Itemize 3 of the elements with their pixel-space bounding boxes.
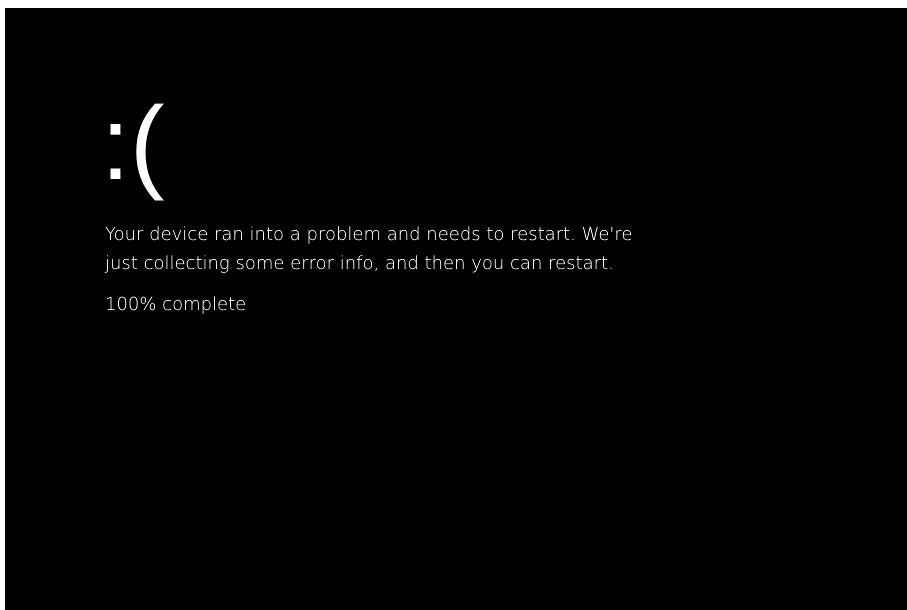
progress-text: 100% complete bbox=[105, 293, 248, 317]
error-message: Your device ran into a problem and needs to restart. We're just collecting some error info, and then you can restart. bbox=[105, 223, 634, 276]
sad-face: :( bbox=[101, 88, 166, 200]
